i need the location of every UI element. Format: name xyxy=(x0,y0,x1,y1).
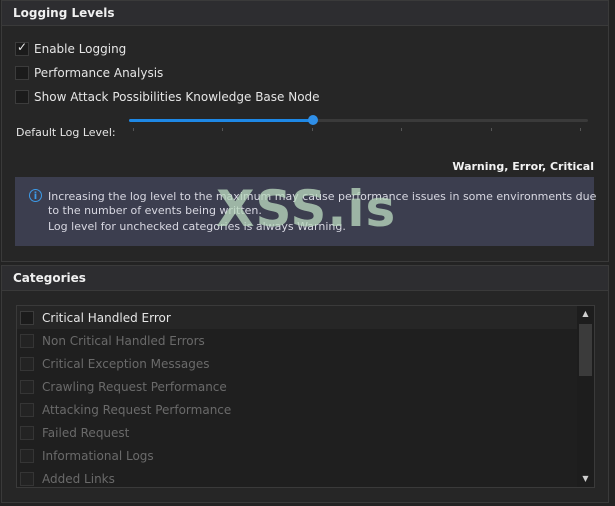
category-checkbox[interactable] xyxy=(20,402,34,417)
logging-levels-header: Logging Levels xyxy=(2,1,608,26)
categories-scrollbar[interactable]: ▲ ▼ xyxy=(577,306,594,487)
slider-tick xyxy=(490,128,492,131)
default-log-level-label: Default Log Level: xyxy=(16,126,116,139)
list-item[interactable]: Failed Request xyxy=(17,421,577,444)
checkmark-icon: ✓ xyxy=(17,40,28,54)
enable-logging-checkbox[interactable]: ✓ xyxy=(15,40,29,56)
list-item[interactable]: Non Critical Handled Errors xyxy=(17,329,577,352)
attack-kb-checkbox[interactable] xyxy=(15,90,29,104)
enable-logging-label: Enable Logging xyxy=(34,42,127,56)
slider-tick xyxy=(580,128,581,131)
categories-header: Categories xyxy=(2,266,608,291)
category-label: Crawling Request Performance xyxy=(42,379,227,394)
category-checkbox[interactable] xyxy=(20,471,34,486)
category-label: Critical Exception Messages xyxy=(42,356,210,371)
category-checkbox[interactable] xyxy=(20,425,34,440)
slider-tick xyxy=(222,128,224,131)
log-level-value: Warning, Error, Critical xyxy=(452,160,594,173)
log-level-slider[interactable] xyxy=(129,115,588,125)
performance-analysis-checkbox[interactable] xyxy=(15,66,29,80)
slider-tick xyxy=(401,128,403,131)
category-checkbox[interactable] xyxy=(20,379,34,394)
info-icon: i xyxy=(29,189,42,202)
slider-fill xyxy=(129,119,313,122)
slider-tick xyxy=(133,128,134,131)
attack-kb-label: Show Attack Possibilities Knowledge Base… xyxy=(34,90,320,104)
scroll-down-arrow-icon[interactable]: ▼ xyxy=(577,471,594,487)
watermark: XSS.is xyxy=(216,180,397,238)
list-item[interactable]: Critical Handled Error xyxy=(17,306,577,329)
performance-analysis-option[interactable]: Performance Analysis xyxy=(15,65,163,81)
list-item[interactable]: Critical Exception Messages xyxy=(17,352,577,375)
list-item[interactable]: Informational Logs xyxy=(17,444,577,467)
attack-kb-option[interactable]: Show Attack Possibilities Knowledge Base… xyxy=(15,89,320,105)
scroll-up-arrow-icon[interactable]: ▲ xyxy=(577,306,594,322)
list-item[interactable]: Crawling Request Performance xyxy=(17,375,577,398)
category-checkbox[interactable] xyxy=(20,448,34,463)
scroll-thumb[interactable] xyxy=(579,324,592,376)
category-label: Added Links xyxy=(42,471,115,486)
slider-tick xyxy=(311,128,313,131)
category-checkbox[interactable] xyxy=(20,310,34,325)
category-label: Attacking Request Performance xyxy=(42,402,232,417)
list-item[interactable]: Added Links xyxy=(17,467,577,487)
categories-list[interactable]: Critical Handled Error Non Critical Hand… xyxy=(16,305,595,488)
category-label: Critical Handled Error xyxy=(42,310,171,325)
category-checkbox[interactable] xyxy=(20,356,34,371)
category-label: Failed Request xyxy=(42,425,130,440)
enable-logging-option[interactable]: ✓ Enable Logging xyxy=(15,40,127,57)
category-label: Non Critical Handled Errors xyxy=(42,333,205,348)
slider-thumb[interactable] xyxy=(307,115,318,125)
category-label: Informational Logs xyxy=(42,448,154,463)
category-checkbox[interactable] xyxy=(20,333,34,348)
performance-analysis-label: Performance Analysis xyxy=(34,66,164,80)
list-item[interactable]: Attacking Request Performance xyxy=(17,398,577,421)
